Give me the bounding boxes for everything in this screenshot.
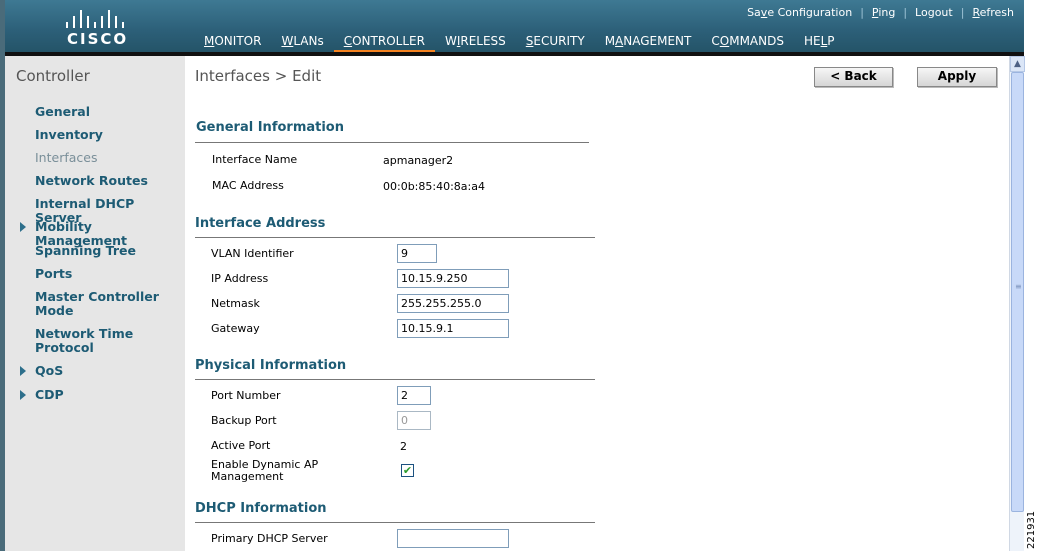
ip-address-input[interactable] — [397, 269, 509, 288]
section-divider — [195, 142, 589, 143]
section-title-interface-address: Interface Address — [195, 216, 326, 231]
checkmark-icon: ✔ — [402, 464, 413, 477]
menu-wlans[interactable]: WLANs — [271, 32, 333, 52]
netmask-label: Netmask — [211, 297, 260, 310]
logo-text: CISCO — [67, 30, 129, 48]
section-divider — [195, 379, 595, 380]
backup-port-input[interactable] — [397, 411, 431, 430]
back-button[interactable]: < Back — [814, 67, 893, 87]
page-title: Interfaces > Edit — [195, 67, 322, 85]
section-title-general: General Information — [196, 120, 344, 135]
link-separator: | — [960, 6, 965, 19]
primary-dhcp-server-input[interactable] — [397, 529, 509, 548]
logout-link[interactable]: Logout — [915, 6, 953, 19]
sidebar-title: Controller — [16, 67, 90, 85]
menu-security[interactable]: SECURITY — [516, 32, 595, 52]
gateway-input[interactable] — [397, 319, 509, 338]
sidebar-item-master-controller-mode[interactable]: Master Controller Mode — [35, 290, 170, 318]
scroll-up-arrow-icon[interactable]: ▲ — [1010, 56, 1025, 72]
sidebar-item-network-time-protocol[interactable]: Network Time Protocol — [35, 327, 155, 355]
apply-button[interactable]: Apply — [917, 67, 997, 87]
ping-link[interactable]: Ping — [872, 6, 895, 19]
sidebar: Controller General Inventory Interfaces … — [5, 56, 185, 551]
sidebar-item-inventory[interactable]: Inventory — [35, 128, 185, 142]
figure-id: 221931 — [1026, 510, 1037, 549]
vlan-identifier-label: VLAN Identifier — [211, 247, 294, 260]
menu-controller[interactable]: CONTROLLER — [333, 32, 436, 54]
expand-arrow-icon — [20, 222, 26, 232]
backup-port-label: Backup Port — [211, 414, 277, 427]
utility-links: Save Configuration | Ping | Logout | Refresh — [747, 6, 1014, 19]
section-divider — [195, 237, 595, 238]
primary-dhcp-server-label: Primary DHCP Server — [211, 532, 328, 545]
menu-wireless[interactable]: WIRELESS — [435, 32, 516, 52]
active-port-value: 2 — [400, 440, 407, 453]
link-separator: | — [860, 6, 864, 19]
dynamic-ap-management-checkbox[interactable]: ✔ — [401, 464, 414, 477]
menu-help[interactable]: HELP — [794, 32, 845, 52]
sidebar-item-qos[interactable]: QoS — [20, 364, 185, 378]
dynamic-ap-management-label: Enable Dynamic AP Management — [211, 458, 319, 483]
cisco-logo: CISCO — [65, 8, 137, 48]
main-content: Interfaces > Edit < Back Apply General I… — [185, 56, 1009, 551]
expand-arrow-icon — [20, 390, 26, 400]
port-number-input[interactable] — [397, 386, 431, 405]
interface-name-label: Interface Name — [212, 153, 298, 166]
expand-arrow-icon — [20, 366, 26, 376]
scroll-grip-icon: ≡ — [1015, 282, 1022, 291]
menu-monitor[interactable]: MONITOR — [194, 32, 271, 52]
section-title-dhcp: DHCP Information — [195, 501, 327, 516]
mac-address-value: 00:0b:85:40:8a:a4 — [383, 180, 485, 193]
gateway-label: Gateway — [211, 322, 260, 335]
sidebar-item-network-routes[interactable]: Network Routes — [35, 174, 185, 188]
menu-commands[interactable]: COMMANDS — [701, 32, 794, 52]
vertical-scrollbar[interactable]: ▲ ≡ — [1009, 56, 1025, 551]
link-separator: | — [903, 6, 908, 19]
interface-name-value: apmanager2 — [383, 154, 454, 167]
vlan-identifier-input[interactable] — [397, 244, 437, 263]
active-port-label: Active Port — [211, 439, 271, 452]
section-divider — [195, 522, 595, 523]
sidebar-item-ports[interactable]: Ports — [35, 267, 185, 281]
main-menu: MONITOR WLANs CONTROLLER WIRELESS SECURI… — [194, 32, 845, 54]
section-title-physical: Physical Information — [195, 358, 347, 373]
port-number-label: Port Number — [211, 389, 281, 402]
scroll-thumb[interactable]: ≡ — [1011, 72, 1024, 512]
cisco-logo-bars-icon — [65, 8, 137, 28]
sidebar-item-general[interactable]: General — [35, 105, 185, 119]
netmask-input[interactable] — [397, 294, 509, 313]
mac-address-label: MAC Address — [212, 179, 284, 192]
save-configuration-link[interactable]: Save Configuration — [747, 6, 852, 19]
ip-address-label: IP Address — [211, 272, 269, 285]
sidebar-item-cdp[interactable]: CDP — [20, 388, 185, 402]
top-header: CISCO Save Configuration | Ping | Logout | Ref… — [5, 0, 1024, 54]
menu-management[interactable]: MANAGEMENT — [595, 32, 702, 52]
sidebar-item-interfaces[interactable]: Interfaces — [35, 151, 185, 165]
sidebar-item-spanning-tree[interactable]: Spanning Tree — [35, 244, 185, 258]
refresh-link[interactable]: Refresh — [972, 6, 1014, 19]
